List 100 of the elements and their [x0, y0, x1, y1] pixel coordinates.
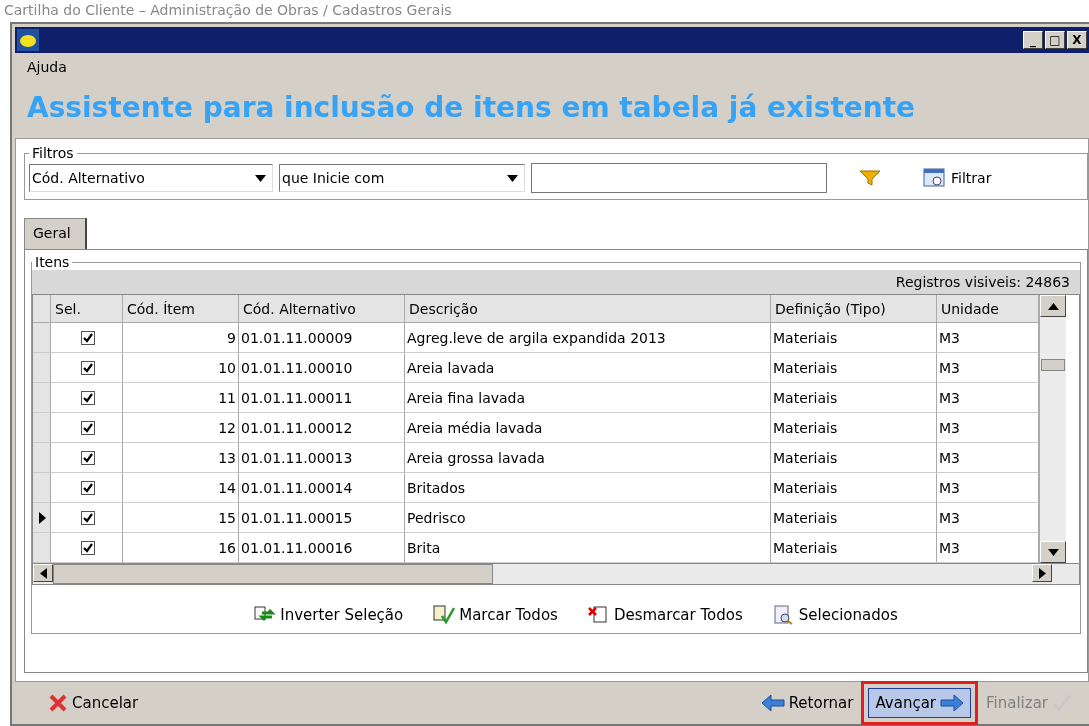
- checkbox[interactable]: [80, 450, 95, 465]
- checkbox[interactable]: [80, 360, 95, 375]
- field-dropdown[interactable]: Cód. Alternativo: [29, 164, 273, 192]
- row-header-cell[interactable]: [33, 353, 51, 383]
- table-cell: 01.01.11.00015: [239, 503, 405, 533]
- checkbox[interactable]: [80, 510, 95, 525]
- checklist-icon: [433, 605, 456, 625]
- scroll-up-icon[interactable]: [1047, 302, 1059, 310]
- minimize-button[interactable]: _: [1023, 31, 1043, 49]
- table-cell: 10: [123, 353, 239, 383]
- horizontal-scrollbar[interactable]: [32, 564, 1080, 585]
- table-cell: 01.01.11.00016: [239, 533, 405, 563]
- close-icon: [48, 693, 68, 713]
- checkbox[interactable]: [80, 480, 95, 495]
- row-header-cell[interactable]: [33, 323, 51, 353]
- table-cell: Materiais: [771, 473, 937, 503]
- checkbox[interactable]: [80, 390, 95, 405]
- maximize-button[interactable]: □: [1045, 31, 1065, 49]
- table-cell: Agreg.leve de argila expandida 2013: [405, 323, 771, 353]
- arrow-right-icon: [940, 693, 964, 713]
- table-cell: Areia lavada: [405, 353, 771, 383]
- row-header-cell[interactable]: [33, 413, 51, 443]
- scroll-down-icon[interactable]: [1047, 548, 1059, 556]
- table-cell: 11: [123, 383, 239, 413]
- table-cell: Materiais: [771, 413, 937, 443]
- table-cell: Materiais: [771, 353, 937, 383]
- document-x-icon: [587, 605, 610, 625]
- table-cell: Areia média lavada: [405, 413, 771, 443]
- wizard-heading: Assistente para inclusão de itens em tabela já existente: [26, 90, 917, 126]
- funnel-icon[interactable]: [859, 169, 881, 187]
- column-header[interactable]: Cód. Alternativo: [239, 295, 405, 323]
- table-cell: 01.01.11.00011: [239, 383, 405, 413]
- tab[interactable]: Geral: [24, 218, 87, 249]
- action-button[interactable]: Desmarcar Todos: [587, 605, 743, 625]
- table-cell: 9: [123, 323, 239, 353]
- operator-dropdown[interactable]: que Inicie com: [279, 164, 525, 192]
- table-cell: Materiais: [771, 323, 937, 353]
- filter-button[interactable]: Filtrar: [923, 167, 992, 189]
- checkbox[interactable]: [80, 330, 95, 345]
- cancel-button[interactable]: Cancelar: [41, 688, 146, 718]
- row-header-cell[interactable]: [33, 473, 51, 503]
- table-cell: M3: [937, 383, 1039, 413]
- group-label: Filtros: [31, 145, 75, 161]
- action-button[interactable]: Marcar Todos: [433, 605, 558, 625]
- column-header[interactable]: Cód. Ítem: [123, 295, 239, 323]
- document-caption: Cartilha do Cliente – Administração de Obras / Cadastros Gerais: [3, 1, 453, 20]
- document-magnifier-icon: [772, 605, 795, 625]
- menu-item[interactable]: Ajuda: [27, 59, 67, 75]
- close-button[interactable]: X: [1067, 31, 1087, 49]
- table-cell: 01.01.11.00009: [239, 323, 405, 353]
- record-count: Registros visiveis: 24863: [895, 274, 1070, 290]
- table-cell: M3: [937, 323, 1039, 353]
- checkbox[interactable]: [80, 540, 95, 555]
- table-cell: 01.01.11.00013: [239, 443, 405, 473]
- checkbox[interactable]: [80, 420, 95, 435]
- row-header-cell[interactable]: [33, 383, 51, 413]
- table-cell: 01.01.11.00012: [239, 413, 405, 443]
- table-cell: M3: [937, 443, 1039, 473]
- column-header[interactable]: Descrição: [405, 295, 771, 323]
- row-header-cell[interactable]: [33, 503, 51, 533]
- table-cell: M3: [937, 503, 1039, 533]
- table-cell: 01.01.11.00010: [239, 353, 405, 383]
- window-magnifier-icon: [923, 167, 947, 189]
- row-header-cell[interactable]: [33, 443, 51, 473]
- table-cell: M3: [937, 473, 1039, 503]
- vertical-scrollbar[interactable]: [1039, 295, 1066, 563]
- scroll-right-icon[interactable]: [1038, 567, 1046, 579]
- column-header[interactable]: Sel.: [51, 295, 123, 323]
- table-cell: Materiais: [771, 503, 937, 533]
- table-cell: 16: [123, 533, 239, 563]
- group-label: Itens: [34, 254, 71, 270]
- table-cell: Britados: [405, 473, 771, 503]
- filter-value-field[interactable]: [531, 163, 827, 193]
- table-cell: Areia grossa lavada: [405, 443, 771, 473]
- table-cell: 13: [123, 443, 239, 473]
- back-button[interactable]: Retornar: [753, 688, 861, 718]
- row-header-cell[interactable]: [33, 533, 51, 563]
- column-header[interactable]: Definição (Tipo): [771, 295, 937, 323]
- table-cell: Areia fina lavada: [405, 383, 771, 413]
- table-cell: Brita: [405, 533, 771, 563]
- table-cell: M3: [937, 353, 1039, 383]
- table-cell: M3: [937, 413, 1039, 443]
- action-button[interactable]: Inverter Seleção: [254, 605, 404, 625]
- dropdown-arrow-icon: [507, 174, 518, 182]
- table-cell: Pedrisco: [405, 503, 771, 533]
- scroll-left-icon[interactable]: [39, 567, 47, 579]
- table-cell: M3: [937, 533, 1039, 563]
- table-cell: Materiais: [771, 443, 937, 473]
- table-cell: Materiais: [771, 383, 937, 413]
- action-button[interactable]: Selecionados: [772, 605, 898, 625]
- scrollbar-thumb[interactable]: [1041, 359, 1065, 371]
- table-cell: 15: [123, 503, 239, 533]
- row-pointer-icon: [39, 511, 46, 524]
- table-cell: 12: [123, 413, 239, 443]
- arrow-left-icon: [760, 693, 785, 713]
- table-cell: Materiais: [771, 533, 937, 563]
- table-cell: 01.01.11.00014: [239, 473, 405, 503]
- column-header[interactable]: Unidade: [937, 295, 1039, 323]
- scrollbar-thumb[interactable]: [53, 564, 493, 584]
- table-cell: 14: [123, 473, 239, 503]
